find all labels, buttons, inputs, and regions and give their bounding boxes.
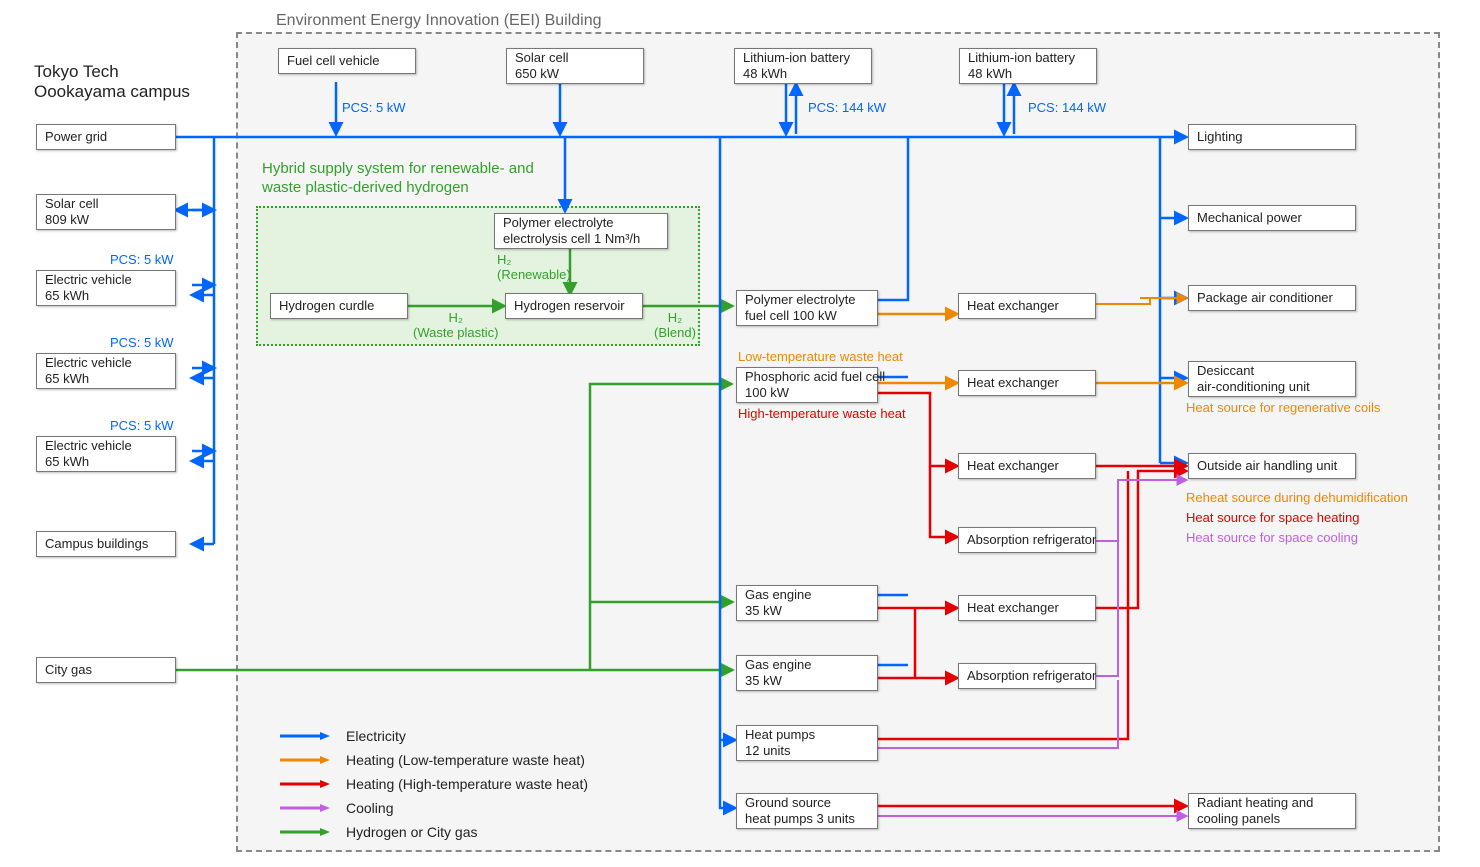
node-ground-source-hp: Ground source heat pumps 3 units	[736, 793, 878, 829]
eei-building-title: Environment Energy Innovation (EEI) Buil…	[276, 12, 602, 30]
node-hydrogen-reservoir: Hydrogen reservoir	[505, 293, 643, 319]
node-campus-buildings: Campus buildings	[36, 531, 176, 557]
campus-subtitle: Tokyo Tech Oookayama campus	[34, 62, 190, 102]
label-reheat: Reheat source during dehumidification	[1186, 490, 1408, 505]
node-package-ac: Package air conditioner	[1188, 285, 1356, 311]
label-pcs-ev1: PCS: 5 kW	[110, 252, 174, 267]
energy-system-diagram: Environment Energy Innovation (EEI) Buil…	[0, 0, 1480, 867]
h2-subsystem-title: Hybrid supply system for renewable- and …	[262, 160, 534, 198]
node-pefc: Polymer electrolyte fuel cell 100 kW	[736, 290, 878, 326]
node-mech-power: Mechanical power	[1188, 205, 1356, 231]
node-ev-2: Electric vehicle 65 kWh	[36, 353, 176, 389]
label-pcs-ev2: PCS: 5 kW	[110, 335, 174, 350]
node-lithium-1: Lithium-ion battery 48 kWh	[734, 48, 872, 84]
legend-heating-high: Heating (High-temperature waste heat)	[280, 774, 588, 794]
node-outside-ahu: Outside air handling unit	[1188, 453, 1356, 479]
label-h2-renewable: H₂(Renewable)	[497, 252, 571, 282]
label-pcs-li2: PCS: 144 kW	[1028, 100, 1106, 115]
legend: Electricity Heating (Low-temperature was…	[280, 722, 588, 846]
label-h2-wasteplastic: H₂(Waste plastic)	[413, 310, 498, 340]
legend-electricity: Electricity	[280, 726, 588, 746]
label-regen: Heat source for regenerative coils	[1186, 400, 1380, 415]
label-h2-blend: H₂(Blend)	[654, 310, 696, 340]
node-electrolysis-cell: Polymer electrolyte electrolysis cell 1 …	[494, 213, 668, 249]
node-radiant-panels: Radiant heating and cooling panels	[1188, 793, 1356, 829]
legend-heating-low: Heating (Low-temperature waste heat)	[280, 750, 588, 770]
campus-line2: Oookayama campus	[34, 82, 190, 102]
node-solar-809: Solar cell 809 kW	[36, 194, 176, 230]
node-lithium-2: Lithium-ion battery 48 kWh	[959, 48, 1097, 84]
node-hx-2: Heat exchanger	[958, 370, 1096, 396]
node-absorption-1: Absorption refrigerator	[958, 527, 1096, 553]
node-hx-3: Heat exchanger	[958, 453, 1096, 479]
node-city-gas: City gas	[36, 657, 176, 683]
label-pcs-li1: PCS: 144 kW	[808, 100, 886, 115]
node-absorption-2: Absorption refrigerator	[958, 663, 1096, 689]
node-fuel-cell-vehicle: Fuel cell vehicle	[278, 48, 416, 74]
legend-cooling: Cooling	[280, 798, 588, 818]
node-lighting: Lighting	[1188, 124, 1356, 150]
label-htwh: High-temperature waste heat	[738, 406, 906, 421]
campus-line1: Tokyo Tech	[34, 62, 190, 82]
label-pcs-ev3: PCS: 5 kW	[110, 418, 174, 433]
node-gas-engine-2: Gas engine 35 kW	[736, 655, 878, 691]
node-gas-engine-1: Gas engine 35 kW	[736, 585, 878, 621]
node-ev-1: Electric vehicle 65 kWh	[36, 270, 176, 306]
node-solar-650: Solar cell 650 kW	[506, 48, 644, 84]
label-hs-cool: Heat source for space cooling	[1186, 530, 1358, 545]
label-hs-heat: Heat source for space heating	[1186, 510, 1359, 525]
legend-h2-gas: Hydrogen or City gas	[280, 822, 588, 842]
node-hx-1: Heat exchanger	[958, 293, 1096, 319]
label-pcs-fcv: PCS: 5 kW	[342, 100, 406, 115]
label-ltwh: Low-temperature waste heat	[738, 349, 903, 364]
node-pafc: Phosphoric acid fuel cell 100 kW	[736, 367, 878, 403]
node-hydrogen-curdle: Hydrogen curdle	[270, 293, 408, 319]
node-heat-pumps: Heat pumps 12 units	[736, 725, 878, 761]
node-ev-3: Electric vehicle 65 kWh	[36, 436, 176, 472]
node-hx-4: Heat exchanger	[958, 595, 1096, 621]
node-desiccant-ac: Desiccant air-conditioning unit	[1188, 361, 1356, 397]
node-power-grid: Power grid	[36, 124, 176, 150]
